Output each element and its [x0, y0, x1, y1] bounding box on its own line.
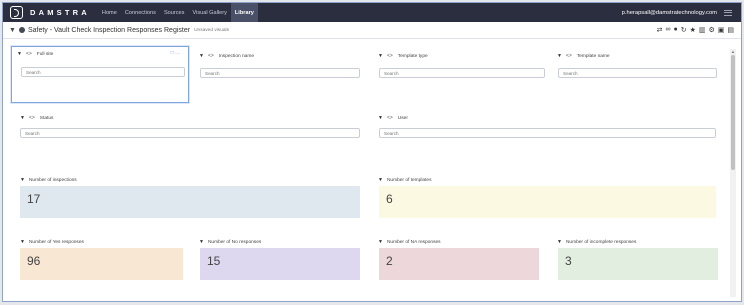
sheet-title: Safety - Vault Check Inspection Response… — [27, 26, 191, 34]
nav-item-home[interactable]: Home — [98, 3, 121, 22]
filter-icon: ▼ — [20, 177, 25, 183]
filter-panel-template-type: ▼ <> Template type — [373, 49, 545, 104]
filter-icon: ▼ — [378, 115, 383, 121]
settings-icon[interactable]: ⚙ — [708, 26, 714, 34]
kpi-card: 17 — [20, 186, 360, 218]
filter-panel-status: ▼ <> Status — [15, 111, 367, 156]
filter-label: User — [397, 115, 408, 121]
kpi-panel-yes-responses: ▼ Number of Yes responses 96 — [15, 235, 187, 283]
filter-panel-user: ▼ <> User — [373, 111, 723, 156]
filter-label: Template name — [576, 53, 610, 59]
damstra-logo-icon — [10, 6, 23, 19]
kpi-label: Number of Yes responses — [28, 239, 84, 245]
star-icon[interactable]: ★ — [690, 26, 696, 34]
filter-label: Status — [39, 115, 54, 121]
user-search-input[interactable] — [379, 128, 716, 138]
status-search-input[interactable] — [20, 128, 360, 138]
filter-icon: ▼ — [378, 177, 383, 183]
kpi-panel-inspections: ▼ Number of inspections 17 — [15, 173, 367, 223]
kpi-card: 15 — [200, 248, 360, 280]
sheet-subtitle: Unsaved visuals — [194, 27, 229, 33]
sheet-title-bar: ▼ Safety - Vault Check Inspection Respon… — [3, 22, 741, 39]
scrollbar-thumb[interactable] — [731, 55, 735, 170]
info-icon[interactable]: ● — [673, 26, 677, 34]
export-icon[interactable]: ▤ — [727, 26, 734, 34]
filter-icon: ▼ — [17, 51, 22, 57]
template-type-search-input[interactable] — [379, 68, 545, 78]
code-icon: <> — [565, 53, 572, 59]
code-icon: <> — [386, 115, 393, 121]
link-icon[interactable]: ∞ — [665, 26, 670, 34]
kpi-value: 2 — [386, 254, 393, 268]
kpi-value: 3 — [565, 254, 572, 268]
kpi-panel-no-responses: ▼ Number of No responses 15 — [194, 235, 366, 283]
filter-icon: ▼ — [20, 115, 25, 121]
code-icon: <> — [207, 53, 214, 59]
filter-label: Full site — [36, 51, 54, 57]
filter-label: Template type — [397, 53, 428, 59]
code-icon: <> — [386, 53, 393, 59]
filter-icon: ▼ — [557, 239, 562, 245]
kpi-label: Number of incomplete responses — [565, 239, 637, 245]
kpi-value: 17 — [27, 192, 41, 206]
filter-icon: ▼ — [378, 239, 383, 245]
nav-item-library[interactable]: Library — [230, 3, 258, 22]
template-name-search-input[interactable] — [558, 68, 717, 78]
code-icon: <> — [28, 115, 35, 121]
filter-icon: ▼ — [199, 53, 204, 59]
kpi-panel-incomplete-responses: ▼ Number of incomplete responses 3 — [552, 235, 724, 283]
full-site-search-input[interactable] — [21, 67, 185, 77]
filter-icon: ▼ — [557, 53, 562, 59]
filter-label: Inspection name — [218, 53, 254, 59]
kpi-card: 96 — [20, 248, 183, 280]
nav-item-visual-gallery[interactable]: Visual Gallery — [188, 3, 230, 22]
kpi-card: 2 — [379, 248, 539, 280]
user-email[interactable]: p.herapsall@damstratechnology.com — [622, 10, 717, 16]
app-window: DAMSTRA Home Connections Sources Visual … — [2, 2, 742, 302]
filter-icon[interactable]: ▼ — [9, 27, 16, 34]
brand-name: DAMSTRA — [30, 8, 90, 17]
top-navigation-bar: DAMSTRA Home Connections Sources Visual … — [3, 3, 741, 22]
inspection-name-search-input[interactable] — [200, 68, 360, 78]
nav-item-sources[interactable]: Sources — [160, 3, 189, 22]
kpi-value: 15 — [207, 254, 221, 268]
refresh-icon[interactable]: ↻ — [681, 26, 687, 34]
filter-icon: ▼ — [20, 239, 25, 245]
panel-more-icon[interactable]: □ … — [171, 50, 180, 56]
share-icon[interactable]: ⇄ — [657, 26, 663, 34]
info-icon[interactable] — [18, 27, 25, 33]
kpi-value: 96 — [27, 254, 41, 268]
kpi-card: 6 — [379, 186, 716, 218]
main-nav: Home Connections Sources Visual Gallery … — [98, 3, 258, 22]
save-icon[interactable]: ▣ — [718, 26, 725, 34]
kpi-label: Number of NA responses — [386, 239, 441, 245]
kpi-label: Number of inspections — [28, 177, 77, 183]
filter-icon: ▼ — [378, 53, 383, 59]
sheet-toolbar: ⇄ ∞ ● ↻ ★ ▥ ⚙ ▣ ▤ — [654, 26, 734, 34]
kpi-label: Number of templates — [386, 177, 432, 183]
hamburger-menu-icon[interactable] — [724, 9, 732, 16]
nav-item-connections[interactable]: Connections — [121, 3, 160, 22]
kpi-panel-na-responses: ▼ Number of NA responses 2 — [373, 235, 545, 283]
filter-panel-full-site[interactable]: ▼ <> Full site □ … — [11, 46, 189, 103]
scroll-up-arrow-icon[interactable]: ▲ — [731, 49, 735, 54]
kpi-label: Number of No responses — [207, 239, 262, 245]
filter-panel-inspection-name: ▼ <> Inspection name — [194, 49, 366, 104]
kpi-value: 6 — [386, 192, 393, 206]
code-icon: <> — [25, 51, 32, 57]
delete-icon[interactable]: ▥ — [699, 26, 706, 34]
filter-icon: ▼ — [199, 239, 204, 245]
kpi-card: 3 — [558, 248, 718, 280]
kpi-panel-templates: ▼ Number of templates 6 — [373, 173, 723, 223]
filter-panel-template-name: ▼ <> Template name — [552, 49, 722, 104]
